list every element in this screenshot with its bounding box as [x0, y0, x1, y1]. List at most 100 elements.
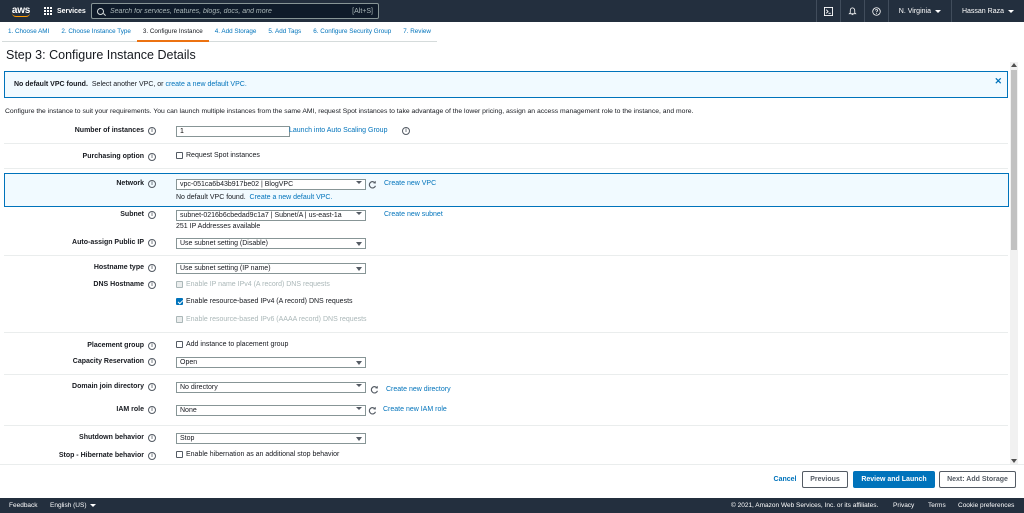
checkbox-icon: [176, 341, 183, 348]
scroll-up-icon[interactable]: [1011, 63, 1017, 67]
create-new-iam-role-link[interactable]: Create new IAM role: [383, 406, 447, 413]
shutdown-behavior-select[interactable]: Stop: [176, 433, 366, 444]
info-icon[interactable]: i: [148, 127, 156, 135]
create-default-vpc-inline-link[interactable]: Create a new default VPC.: [250, 194, 333, 201]
hostname-type-value: Use subnet setting (IP name): [180, 265, 271, 272]
hostname-type-select[interactable]: Use subnet setting (IP name): [176, 263, 366, 274]
tab-add-tags[interactable]: 5. Add Tags: [262, 22, 308, 42]
info-icon[interactable]: i: [148, 406, 156, 414]
placement-group-checkbox[interactable]: Add instance to placement group: [176, 341, 288, 348]
info-icon[interactable]: i: [148, 281, 156, 289]
language-selector[interactable]: English (US): [50, 502, 97, 509]
divider: [4, 374, 1008, 375]
row-network: Network i vpc-051ca6b43b917be02 | BlogVP…: [4, 179, 1008, 201]
row-capacity-reservation: Capacity Reservation i Open: [4, 357, 1008, 368]
divider: [4, 255, 1008, 256]
info-icon[interactable]: i: [148, 358, 156, 366]
create-new-subnet-link[interactable]: Create new subnet: [384, 211, 443, 218]
iam-role-select[interactable]: None: [176, 405, 366, 416]
help-button[interactable]: [863, 0, 888, 22]
info-icon[interactable]: i: [148, 264, 156, 272]
privacy-link[interactable]: Privacy: [893, 502, 914, 509]
network-select[interactable]: vpc-051ca6b43b917be02 | BlogVPC: [176, 179, 366, 190]
chevron-down-icon: [356, 267, 362, 271]
search-input[interactable]: [110, 7, 340, 15]
close-icon[interactable]: ✕: [994, 76, 1002, 87]
tab-configure-security-group[interactable]: 6. Configure Security Group: [307, 22, 398, 42]
network-help: No default VPC found. Create a new defau…: [176, 194, 332, 201]
hibernation-checkbox[interactable]: Enable hibernation as an additional stop…: [176, 451, 339, 458]
no-vpc-alert: No default VPC found. Select another VPC…: [4, 71, 1008, 98]
create-new-vpc-link[interactable]: Create new VPC: [384, 180, 436, 187]
previous-button[interactable]: Previous: [802, 471, 848, 488]
cloudshell-button[interactable]: [815, 0, 840, 22]
help-icon: [872, 6, 881, 16]
public-ip-value: Use subnet setting (Disable): [180, 240, 268, 247]
domain-join-select[interactable]: No directory: [176, 382, 366, 393]
alert-title: No default VPC found.: [14, 81, 88, 88]
create-default-vpc-link[interactable]: create a new default VPC.: [165, 81, 246, 88]
aws-smile-icon: [12, 13, 30, 17]
copyright-text: © 2021, Amazon Web Services, Inc. or its…: [731, 502, 879, 509]
account-menu[interactable]: Hassan Raza: [950, 0, 1024, 22]
subnet-label: Subnet: [120, 211, 144, 218]
info-icon[interactable]: i: [148, 452, 156, 460]
scroll-down-icon[interactable]: [1011, 459, 1017, 463]
aws-logo[interactable]: aws: [6, 5, 36, 17]
info-icon[interactable]: i: [148, 383, 156, 391]
info-icon[interactable]: i: [148, 180, 156, 188]
resource-based-ipv4-label: Enable resource-based IPv4 (A record) DN…: [186, 298, 353, 305]
public-ip-select[interactable]: Use subnet setting (Disable): [176, 238, 366, 249]
info-icon[interactable]: i: [402, 127, 410, 135]
cancel-button[interactable]: Cancel: [768, 471, 802, 488]
next-add-storage-button[interactable]: Next: Add Storage: [939, 471, 1016, 488]
footer: Feedback English (US) © 2021, Amazon Web…: [0, 498, 1024, 513]
tab-choose-instance-type[interactable]: 2. Choose Instance Type: [55, 22, 137, 42]
services-menu[interactable]: Services: [44, 7, 86, 15]
bell-icon: [848, 6, 857, 15]
capacity-reservation-select[interactable]: Open: [176, 357, 366, 368]
auto-scaling-link[interactable]: Launch into Auto Scaling Group: [289, 127, 387, 134]
region-selector[interactable]: N. Virginia: [887, 0, 951, 22]
top-navigation: aws Services [Alt+S] N. Virginia Hassan …: [0, 0, 1024, 22]
caret-down-icon: [90, 504, 97, 507]
page-title: Step 3: Configure Instance Details: [6, 48, 196, 62]
tab-add-storage[interactable]: 4. Add Storage: [208, 22, 263, 42]
info-icon[interactable]: i: [148, 211, 156, 219]
resource-based-ipv4-checkbox[interactable]: Enable resource-based IPv4 (A record) DN…: [176, 298, 353, 305]
info-icon[interactable]: i: [148, 342, 156, 350]
refresh-icon[interactable]: [368, 406, 377, 415]
refresh-icon[interactable]: [370, 385, 379, 394]
hostname-type-label: Hostname type: [93, 264, 144, 271]
info-icon[interactable]: i: [148, 239, 156, 247]
search-icon: [97, 7, 104, 15]
info-icon[interactable]: i: [148, 434, 156, 442]
user-name: Hassan Raza: [961, 7, 1004, 15]
checkbox-icon: [176, 316, 183, 323]
refresh-icon[interactable]: [368, 180, 377, 189]
number-of-instances-input[interactable]: [176, 126, 290, 137]
row-domain-join-directory: Domain join directory i No directory Cre…: [4, 382, 1008, 394]
tab-choose-ami[interactable]: 1. Choose AMI: [2, 22, 56, 42]
tab-configure-instance[interactable]: 3. Configure Instance: [136, 22, 209, 42]
cookie-preferences-link[interactable]: Cookie preferences: [958, 502, 1014, 509]
nav-right: N. Virginia Hassan Raza: [815, 0, 1024, 22]
caret-down-icon: [934, 9, 941, 13]
scroll-thumb[interactable]: [1011, 70, 1017, 250]
review-and-launch-button[interactable]: Review and Launch: [853, 471, 935, 488]
search-box[interactable]: [Alt+S]: [91, 3, 379, 19]
terms-link[interactable]: Terms: [928, 502, 946, 509]
checkbox-icon: [176, 281, 183, 288]
subnet-select[interactable]: subnet-0216b6cbedad9c1a7 | Subnet/A | us…: [176, 210, 366, 221]
subnet-help: 251 IP Addresses available: [176, 223, 261, 230]
tab-review[interactable]: 7. Review: [397, 22, 437, 42]
info-icon[interactable]: i: [148, 153, 156, 161]
feedback-link[interactable]: Feedback: [9, 502, 38, 509]
notifications-button[interactable]: [839, 0, 864, 22]
region-label: N. Virginia: [898, 7, 931, 15]
scrollbar[interactable]: [1010, 62, 1018, 464]
alert-text: Select another VPC, or: [91, 81, 164, 88]
create-new-directory-link[interactable]: Create new directory: [386, 386, 451, 393]
spot-instances-checkbox[interactable]: Request Spot instances: [176, 152, 260, 159]
hibernation-checkbox-label: Enable hibernation as an additional stop…: [186, 451, 340, 458]
